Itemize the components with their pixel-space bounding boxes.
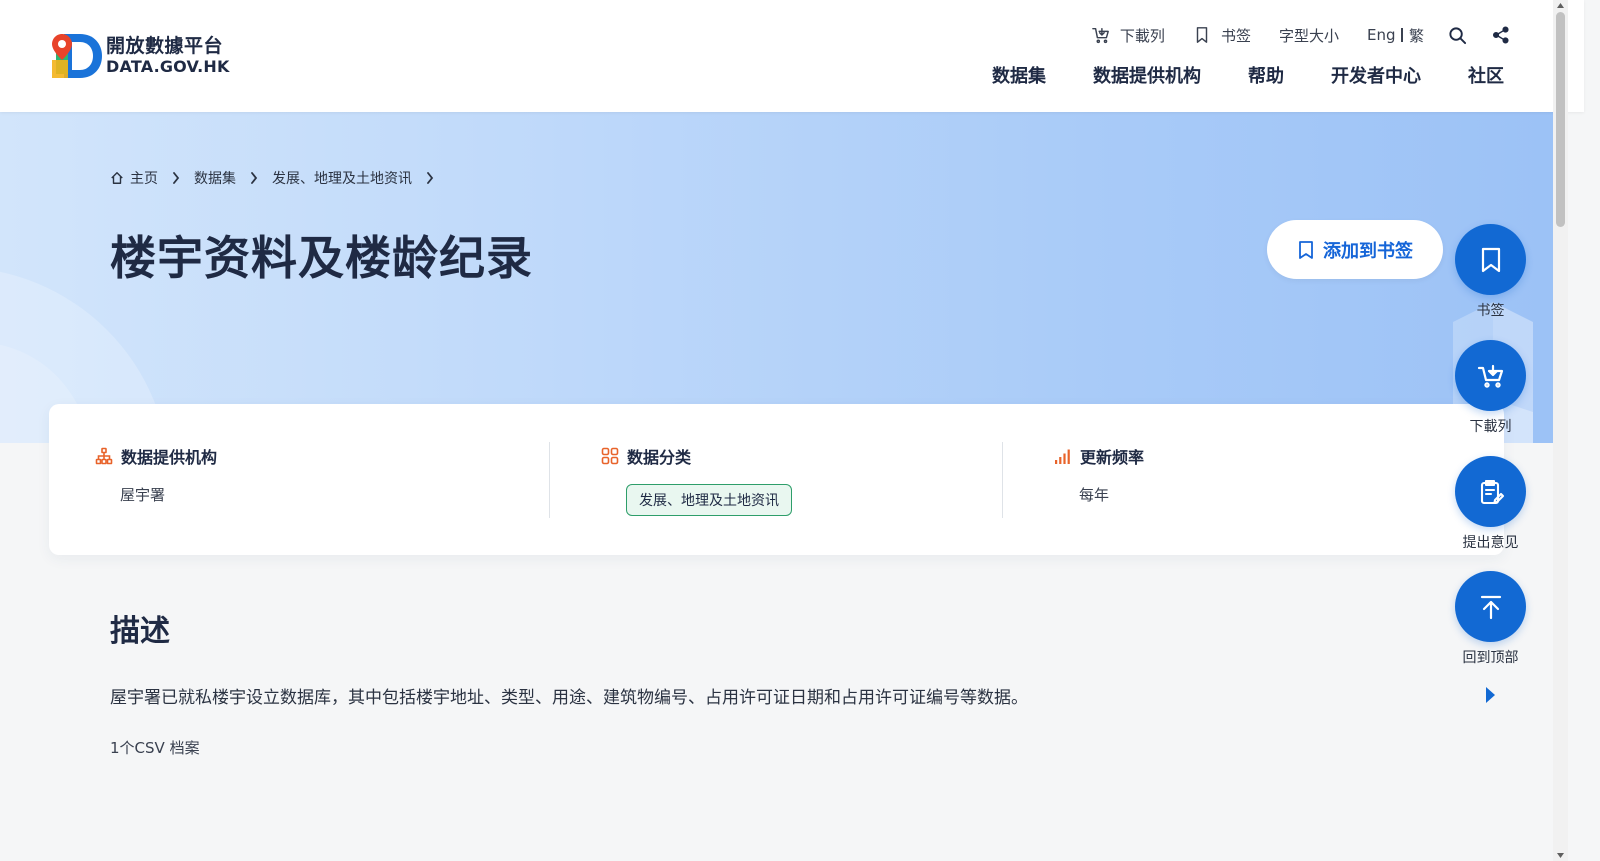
breadcrumb-home-label: 主页 xyxy=(130,171,158,187)
fab-download-list: 下載列 xyxy=(1455,340,1526,436)
fab-feedback-button[interactable] xyxy=(1455,456,1526,527)
bookmark-label: 书签 xyxy=(1220,26,1251,45)
info-provider-heading: 数据提供机构 xyxy=(121,448,218,467)
fab-feedback-label: 提出意见 xyxy=(1462,535,1519,551)
chevron-right-icon xyxy=(251,172,258,184)
breadcrumb: 主页 数据集 发展、地理及土地资讯 xyxy=(110,168,448,188)
scroll-up-arrow-icon[interactable] xyxy=(1556,2,1565,10)
info-frequency: 更新频率 每年 xyxy=(1054,444,1144,505)
category-tag[interactable]: 发展、地理及土地资讯 xyxy=(626,484,792,516)
fab-bookmark-label: 书签 xyxy=(1476,303,1505,319)
lang-en-link[interactable]: Eng xyxy=(1367,26,1396,44)
scrollbar-thumb[interactable] xyxy=(1556,12,1565,227)
fab-feedback: 提出意见 xyxy=(1455,456,1526,552)
add-bookmark-button[interactable]: 添加到书签 xyxy=(1267,220,1443,279)
main-nav: 数据集 数据提供机构 帮助 开发者中心 社区 xyxy=(945,62,1504,88)
info-provider: 数据提供机构 屋宇署 xyxy=(95,444,217,505)
file-count: 1个CSV 档案 xyxy=(110,739,200,757)
arrow-up-icon xyxy=(1480,595,1501,619)
signal-bars-icon xyxy=(1055,449,1070,464)
info-frequency-heading: 更新频率 xyxy=(1080,448,1145,467)
info-category: 数据分类 发展、地理及土地资讯 xyxy=(601,444,792,516)
bookmark-icon xyxy=(1481,247,1500,272)
chevron-right-icon xyxy=(427,172,434,184)
search-icon xyxy=(1448,26,1466,44)
nav-help[interactable]: 帮助 xyxy=(1248,62,1284,88)
nav-community[interactable]: 社区 xyxy=(1468,62,1504,88)
info-divider xyxy=(1002,442,1003,518)
bookmark-icon xyxy=(1196,27,1208,43)
fab-download-list-button[interactable] xyxy=(1455,340,1526,411)
fab-back-to-top-button[interactable] xyxy=(1455,571,1526,642)
category-grid-icon xyxy=(601,447,619,465)
lang-separator xyxy=(1401,28,1403,42)
font-size-link[interactable]: 字型大小 xyxy=(1279,24,1339,46)
page-scrollbar[interactable] xyxy=(1553,0,1568,861)
fab-back-to-top-label: 回到顶部 xyxy=(1462,650,1519,666)
utility-bar: 下載列 书签 字型大小 Eng 繁 xyxy=(1064,24,1512,46)
info-provider-value[interactable]: 屋宇署 xyxy=(120,484,217,505)
page-title: 楼宇资料及楼龄纪录 xyxy=(110,231,533,285)
fab-back-to-top: 回到顶部 xyxy=(1455,571,1526,667)
info-category-heading: 数据分类 xyxy=(627,448,692,467)
chevron-right-icon xyxy=(173,172,180,184)
logo-mark-icon xyxy=(50,30,104,82)
share-button[interactable] xyxy=(1490,24,1512,46)
breadcrumb-category[interactable]: 发展、地理及土地资讯 xyxy=(272,168,412,188)
site-logo[interactable]: 開放數據平台 DATA.GOV.HK xyxy=(50,30,230,82)
nav-datasets[interactable]: 数据集 xyxy=(992,62,1046,88)
description-text: 屋宇署已就私楼宇设立数据库，其中包括楼宇地址、类型、用途、建筑物编号、占用许可证… xyxy=(110,688,1028,708)
info-divider xyxy=(549,442,550,518)
language-switcher: Eng 繁 xyxy=(1367,25,1424,46)
fab-bookmark-button[interactable] xyxy=(1455,224,1526,295)
cart-download-icon xyxy=(1092,27,1109,44)
org-chart-icon xyxy=(95,447,113,465)
caret-right-icon[interactable] xyxy=(1484,686,1496,704)
download-list-link[interactable]: 下載列 xyxy=(1092,24,1165,46)
cart-download-icon xyxy=(1477,364,1503,388)
info-frequency-value: 每年 xyxy=(1079,486,1110,504)
breadcrumb-datasets[interactable]: 数据集 xyxy=(194,168,236,188)
logo-text-en: DATA.GOV.HK xyxy=(106,56,230,76)
font-size-label: 字型大小 xyxy=(1278,26,1339,45)
nav-developer[interactable]: 开发者中心 xyxy=(1331,62,1421,88)
search-button[interactable] xyxy=(1446,24,1468,46)
dataset-info-card: 数据提供机构 屋宇署 数据分类 发展、地理及土地资讯 更新频率 每年 xyxy=(49,404,1504,555)
site-header: 開放數據平台 DATA.GOV.HK 下載列 书签 字型大小 Eng 繁 数据集… xyxy=(0,0,1584,112)
add-bookmark-label: 添加到书签 xyxy=(1323,240,1413,262)
feedback-icon xyxy=(1480,479,1504,504)
lang-tc-link[interactable]: 繁 xyxy=(1409,25,1424,46)
share-icon xyxy=(1492,26,1509,44)
bookmark-icon xyxy=(1299,240,1313,259)
scroll-down-arrow-icon[interactable] xyxy=(1556,851,1565,859)
breadcrumb-home[interactable]: 主页 xyxy=(110,168,158,188)
bookmark-link[interactable]: 书签 xyxy=(1193,24,1251,46)
logo-text-cn: 開放數據平台 xyxy=(106,34,224,57)
fab-bookmark: 书签 xyxy=(1455,224,1526,320)
download-list-label: 下載列 xyxy=(1119,26,1165,45)
nav-providers[interactable]: 数据提供机构 xyxy=(1093,62,1201,88)
home-icon xyxy=(111,172,123,184)
fab-download-list-label: 下載列 xyxy=(1469,419,1512,435)
description-title: 描述 xyxy=(110,614,170,649)
